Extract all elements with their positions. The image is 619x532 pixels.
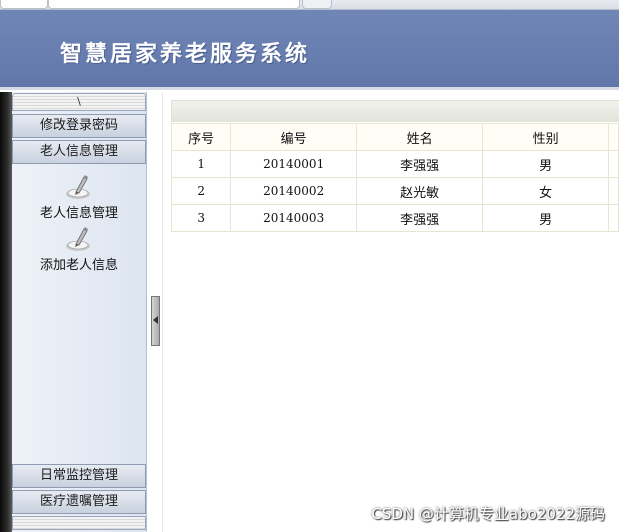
- sidebar: \ 修改登录密码 老人信息管理 老人信息管理 添加老人信息 日常监控管理 医疗遗…: [12, 92, 147, 532]
- menu-change-password[interactable]: 修改登录密码: [12, 114, 146, 138]
- table-row[interactable]: 2 20140002 赵光敏 女: [170, 177, 619, 205]
- table-header-row: 序号 编号 姓名 性别: [170, 123, 619, 151]
- table-row[interactable]: 3 20140003 李强强 男: [170, 204, 619, 232]
- table-toolbar: [171, 100, 619, 122]
- pencil-icon: [64, 224, 94, 254]
- column-header: 性别: [482, 123, 610, 151]
- cell-id: 20140003: [230, 204, 357, 232]
- app-window: 智慧居家养老服务系统 \ 修改登录密码 老人信息管理 老人信息管理 添加老人信息…: [0, 0, 619, 532]
- menu-medical-will[interactable]: 医疗遗嘱管理: [12, 490, 146, 514]
- column-header: 序号: [170, 123, 232, 151]
- column-header: 编号: [230, 123, 357, 151]
- cell-overflow: [608, 177, 619, 205]
- cell-gender: 男: [482, 204, 610, 232]
- table-row[interactable]: 1 20140001 李强强 男: [170, 150, 619, 178]
- sidebar-item-elderly-info-manage[interactable]: 老人信息管理: [12, 172, 146, 221]
- sidebar-toggle-handle[interactable]: [151, 296, 160, 346]
- pencil-icon: [64, 172, 94, 202]
- cell-name: 李强强: [355, 150, 484, 178]
- browser-tab-active[interactable]: [48, 0, 300, 9]
- browser-tab-strip: [0, 0, 619, 10]
- new-tab-button[interactable]: [302, 0, 332, 9]
- sidebar-bottom-bar: [12, 516, 146, 530]
- cell-index: 1: [170, 150, 232, 178]
- cell-index: 3: [170, 204, 232, 232]
- sidebar-item-label: 添加老人信息: [39, 258, 118, 273]
- elderly-info-table: 序号 编号 姓名 性别 1 20140001 李强强 男 2 20140002 …: [170, 123, 619, 232]
- browser-tab[interactable]: [0, 0, 48, 9]
- collapse-arrow-icon: [153, 316, 158, 324]
- menu-daily-monitor[interactable]: 日常监控管理: [12, 464, 146, 488]
- main-content: 序号 编号 姓名 性别 1 20140001 李强强 男 2 20140002 …: [162, 92, 619, 532]
- cell-id: 20140001: [230, 150, 357, 178]
- app-title: 智慧居家养老服务系统: [60, 41, 311, 67]
- watermark: CSDN @计算机专业abo2022源码: [371, 505, 605, 523]
- sidebar-item-add-elderly[interactable]: 添加老人信息: [12, 224, 146, 273]
- cell-gender: 女: [482, 177, 610, 205]
- left-edge-strip: [0, 92, 12, 532]
- sidebar-item-label: 老人信息管理: [39, 206, 118, 221]
- cell-index: 2: [170, 177, 232, 205]
- cell-gender: 男: [482, 150, 610, 178]
- column-header: 姓名: [355, 123, 484, 151]
- cell-overflow: [608, 150, 619, 178]
- menu-elderly-info[interactable]: 老人信息管理: [12, 140, 146, 164]
- cell-id: 20140002: [230, 177, 357, 205]
- cell-name: 赵光敏: [355, 177, 484, 205]
- column-header-overflow: [608, 123, 619, 151]
- sidebar-collapse-bar[interactable]: \: [12, 93, 146, 111]
- cell-overflow: [608, 204, 619, 232]
- cell-name: 李强强: [355, 204, 484, 232]
- header-banner: 智慧居家养老服务系统: [0, 10, 619, 90]
